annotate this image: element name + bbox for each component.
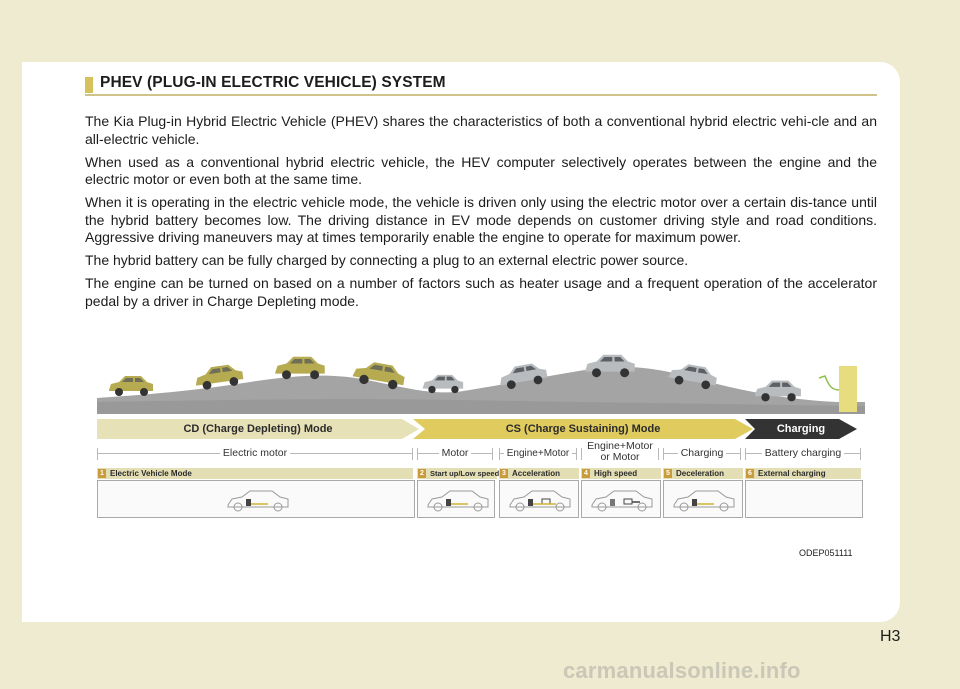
step-label: 2 Start up/Low speed [417,468,499,479]
car-icon [109,376,153,396]
power-source-engine-or-motor: Engine+Motor or Motor [581,441,659,466]
cs-mode-label: CS (Charge Sustaining) Mode [413,419,753,439]
car-outline-icon [673,490,735,512]
step-label: 1 Electric Vehicle Mode [97,468,413,479]
step-label: 5 Deceleration [663,468,743,479]
power-source-electric-motor: Electric motor [97,442,413,466]
heading-marker [85,77,93,93]
car-outline-icon [591,490,653,512]
step-label: 4 High speed [581,468,661,479]
car-icon [352,362,405,390]
power-source-row: Electric motor Motor Engine+Motor Engine… [97,441,865,466]
figure-code: ODEP051111 [799,548,853,558]
car-icon [422,374,464,394]
paragraph: The hybrid battery can be fully charged … [85,252,689,268]
paragraph: When it is operating in the electric veh… [85,194,877,245]
watermark: carmanualsonline.info [563,658,801,683]
car-icon [196,364,244,390]
paragraph: When used as a conventional hybrid elect… [85,153,877,188]
car-icon [585,354,635,378]
section-title: PHEV (PLUG-IN ELECTRIC VEHICLE) SYSTEM [100,74,446,91]
power-source-motor: Motor [417,442,493,466]
body-text: The Kia Plug-in Hybrid Electric Vehicle … [85,113,877,316]
powertrain-panel [417,480,495,518]
car-icon [668,364,717,390]
car-icon [500,363,548,389]
charging-mode-label: Charging [745,419,857,439]
step-label: 3 Acceleration [499,468,579,479]
powertrain-panel [745,480,863,518]
powertrain-panel [581,480,661,518]
powertrain-panels [97,480,865,518]
paragraph: The engine can be turned on based on a n… [85,275,877,309]
power-source-engine-motor: Engine+Motor [499,442,577,466]
heading-rule [85,94,877,96]
powertrain-panel [97,480,415,518]
car-icon [275,356,325,380]
powertrain-panel [499,480,579,518]
step-label: 6 External charging [745,468,861,479]
car-icon [755,380,801,402]
mode-banner: CD (Charge Depleting) Mode CS (Charge Su… [97,419,865,439]
powertrain-panel [663,480,743,518]
car-outline-icon [427,490,489,512]
cd-mode-label: CD (Charge Depleting) Mode [97,419,419,439]
power-source-battery-charging: Battery charging [745,442,861,466]
car-outline-icon [509,490,571,512]
power-source-charging: Charging [663,442,741,466]
phev-mode-diagram: CD (Charge Depleting) Mode CS (Charge Su… [97,350,865,525]
page-number: H3 [880,628,901,645]
section-heading: PHEV (PLUG-IN ELECTRIC VEHICLE) SYSTEM [85,74,877,96]
car-outline-icon [227,490,289,512]
paragraph: The Kia Plug-in Hybrid Electric Vehicle … [85,113,877,147]
step-label-row: 1 Electric Vehicle Mode 2 Start up/Low spe… [97,468,865,479]
